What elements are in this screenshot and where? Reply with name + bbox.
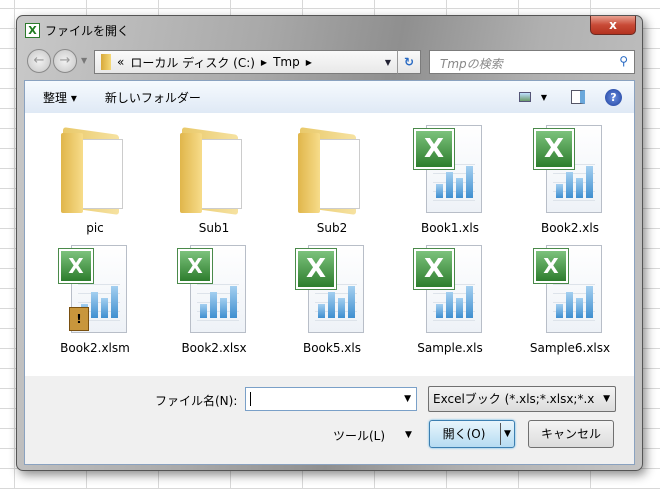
file-name: Sample.xls <box>417 341 483 355</box>
file-item[interactable]: X Sample.xls <box>400 243 500 355</box>
open-file-dialog: X ファイルを開く x ← → ▼ « ローカル ディスク (C:) ▶ Tmp… <box>16 15 643 471</box>
search-input[interactable]: Tmpの検索 ⚲ <box>429 50 635 74</box>
tools-button[interactable]: ツール(L) <box>333 427 385 444</box>
file-name: Book2.xlsx <box>181 341 247 355</box>
open-label: 開く(O) <box>442 427 486 441</box>
file-item[interactable]: pic <box>45 123 145 235</box>
file-item[interactable]: Sub1 <box>164 123 264 235</box>
view-icon[interactable] <box>518 92 531 102</box>
filetype-dropdown-icon: ▼ <box>603 394 610 404</box>
file-item[interactable]: X Sample6.xlsx <box>520 243 620 355</box>
filename-dropdown-icon[interactable]: ▼ <box>404 394 411 404</box>
folder-icon <box>57 123 133 215</box>
macro-warning-icon: ! <box>69 307 89 331</box>
back-button[interactable]: ← <box>27 49 51 73</box>
excel-icon: X <box>25 23 40 38</box>
title-bar: X ファイルを開く <box>25 22 129 39</box>
preview-pane-icon[interactable] <box>571 90 585 104</box>
close-button[interactable]: x <box>590 16 636 35</box>
file-name: Sub2 <box>316 221 348 235</box>
filetype-select[interactable]: Excelブック (*.xls;*.xlsx;*.x ▼ <box>428 386 616 412</box>
file-name: Sample6.xlsx <box>529 341 611 355</box>
filename-input[interactable]: ▼ <box>245 387 417 411</box>
tools-dropdown-icon[interactable]: ▼ <box>405 430 412 440</box>
breadcrumb-tmp[interactable]: Tmp <box>273 55 300 69</box>
excel-file-icon: X! <box>57 243 133 335</box>
file-name: Book5.xls <box>302 341 361 355</box>
file-item[interactable]: X Book2.xlsx <box>164 243 264 355</box>
filename-label: ファイル名(N): <box>155 394 238 408</box>
toolbar: 整理 ▾ 新しいフォルダー ▼ ? <box>24 80 635 113</box>
open-dropdown-icon[interactable]: ▼ <box>500 423 514 445</box>
folder-icon <box>176 123 252 215</box>
refresh-button[interactable]: ↻ <box>397 50 421 74</box>
filetype-value: Excelブック (*.xls;*.xlsx;*.x <box>433 392 595 406</box>
search-icon[interactable]: ⚲ <box>619 54 628 68</box>
help-icon[interactable]: ? <box>605 88 622 106</box>
search-placeholder: Tmpの検索 <box>440 57 503 71</box>
file-item[interactable]: X Book1.xls <box>400 123 500 235</box>
folder-icon <box>101 54 111 70</box>
bottom-panel: ファイル名(N): ▼ Excelブック (*.xls;*.xlsx;*.x ▼… <box>24 376 635 465</box>
open-button[interactable]: 開く(O) ▼ <box>429 420 515 448</box>
forward-button[interactable]: → <box>53 49 77 73</box>
chevron-right-icon[interactable]: ▶ <box>306 58 312 67</box>
new-folder-button[interactable]: 新しいフォルダー <box>105 89 201 106</box>
excel-file-icon: X <box>412 123 488 215</box>
file-name: Sub1 <box>198 221 230 235</box>
excel-file-icon: X <box>176 243 252 335</box>
address-dropdown-icon[interactable]: ▼ <box>385 58 391 67</box>
folder-icon <box>294 123 370 215</box>
file-item[interactable]: X Book2.xls <box>520 123 620 235</box>
breadcrumb-overflow[interactable]: « <box>117 55 124 69</box>
excel-file-icon: X <box>532 243 608 335</box>
file-item[interactable]: Sub2 <box>282 123 382 235</box>
window-title: ファイルを開く <box>45 24 130 38</box>
organize-button[interactable]: 整理 ▾ <box>43 89 77 106</box>
file-name: Book1.xls <box>420 221 479 235</box>
text-cursor <box>250 392 251 406</box>
excel-file-icon: X <box>294 243 370 335</box>
excel-file-icon: X <box>532 123 608 215</box>
address-bar[interactable]: « ローカル ディスク (C:) ▶ Tmp ▶ ▼ <box>94 50 408 74</box>
chevron-right-icon[interactable]: ▶ <box>261 58 267 67</box>
recent-dropdown-icon[interactable]: ▼ <box>81 56 87 65</box>
excel-file-icon: X <box>412 243 488 335</box>
file-item[interactable]: X Book5.xls <box>282 243 382 355</box>
file-name: Book2.xls <box>540 221 599 235</box>
file-name: Book2.xlsm <box>60 341 130 355</box>
cancel-button[interactable]: キャンセル <box>528 420 614 448</box>
file-name: pic <box>86 221 104 235</box>
file-item[interactable]: X! Book2.xlsm <box>45 243 145 355</box>
view-dropdown-icon[interactable]: ▼ <box>541 93 547 102</box>
file-list: pic Sub1 Sub2 X Book1.xls X Book2.xls X! Book2.x… <box>24 113 635 376</box>
breadcrumb-local-disk[interactable]: ローカル ディスク (C:) <box>130 54 255 71</box>
